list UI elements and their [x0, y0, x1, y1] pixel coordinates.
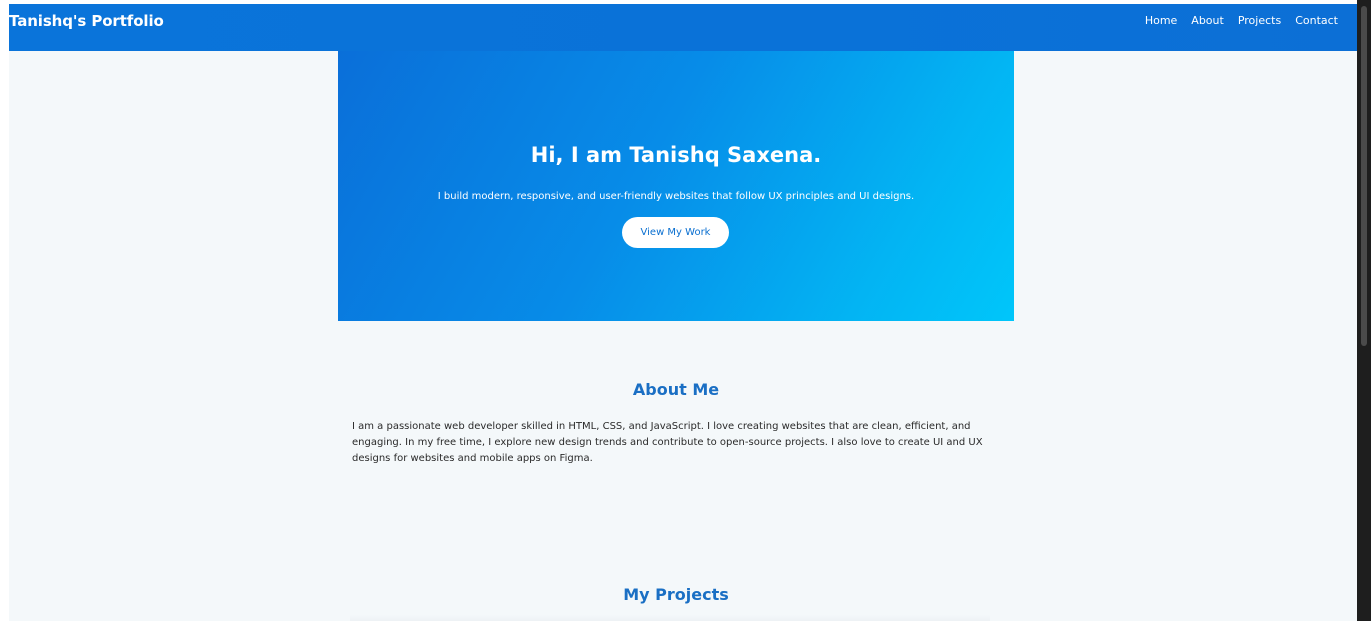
- nav-link-home[interactable]: Home: [1145, 14, 1177, 27]
- nav-link-projects[interactable]: Projects: [1238, 14, 1281, 27]
- navbar: Tanishq's Portfolio Home About Projects …: [0, 4, 1357, 51]
- about-title: About Me: [632, 380, 720, 399]
- browser-viewport: Tanishq's Portfolio Home About Projects …: [0, 0, 1371, 621]
- hero-subtitle: I build modern, responsive, and user-fri…: [437, 191, 915, 202]
- left-edge: [0, 0, 9, 621]
- nav-link-about[interactable]: About: [1191, 14, 1224, 27]
- about-body: I am a passionate web developer skilled …: [352, 421, 983, 464]
- nav-links: Home About Projects Contact: [1131, 14, 1338, 27]
- projects-card-edge: [350, 615, 990, 621]
- scrollbar-thumb[interactable]: [1361, 6, 1367, 346]
- projects-title: My Projects: [623, 585, 729, 604]
- view-my-work-button[interactable]: View My Work: [622, 217, 729, 248]
- nav-link-contact[interactable]: Contact: [1295, 14, 1338, 27]
- hero-title: Hi, I am Tanishq Saxena.: [530, 143, 822, 167]
- site-brand[interactable]: Tanishq's Portfolio: [9, 12, 164, 30]
- hero-section: Hi, I am Tanishq Saxena. I build modern,…: [338, 51, 1014, 321]
